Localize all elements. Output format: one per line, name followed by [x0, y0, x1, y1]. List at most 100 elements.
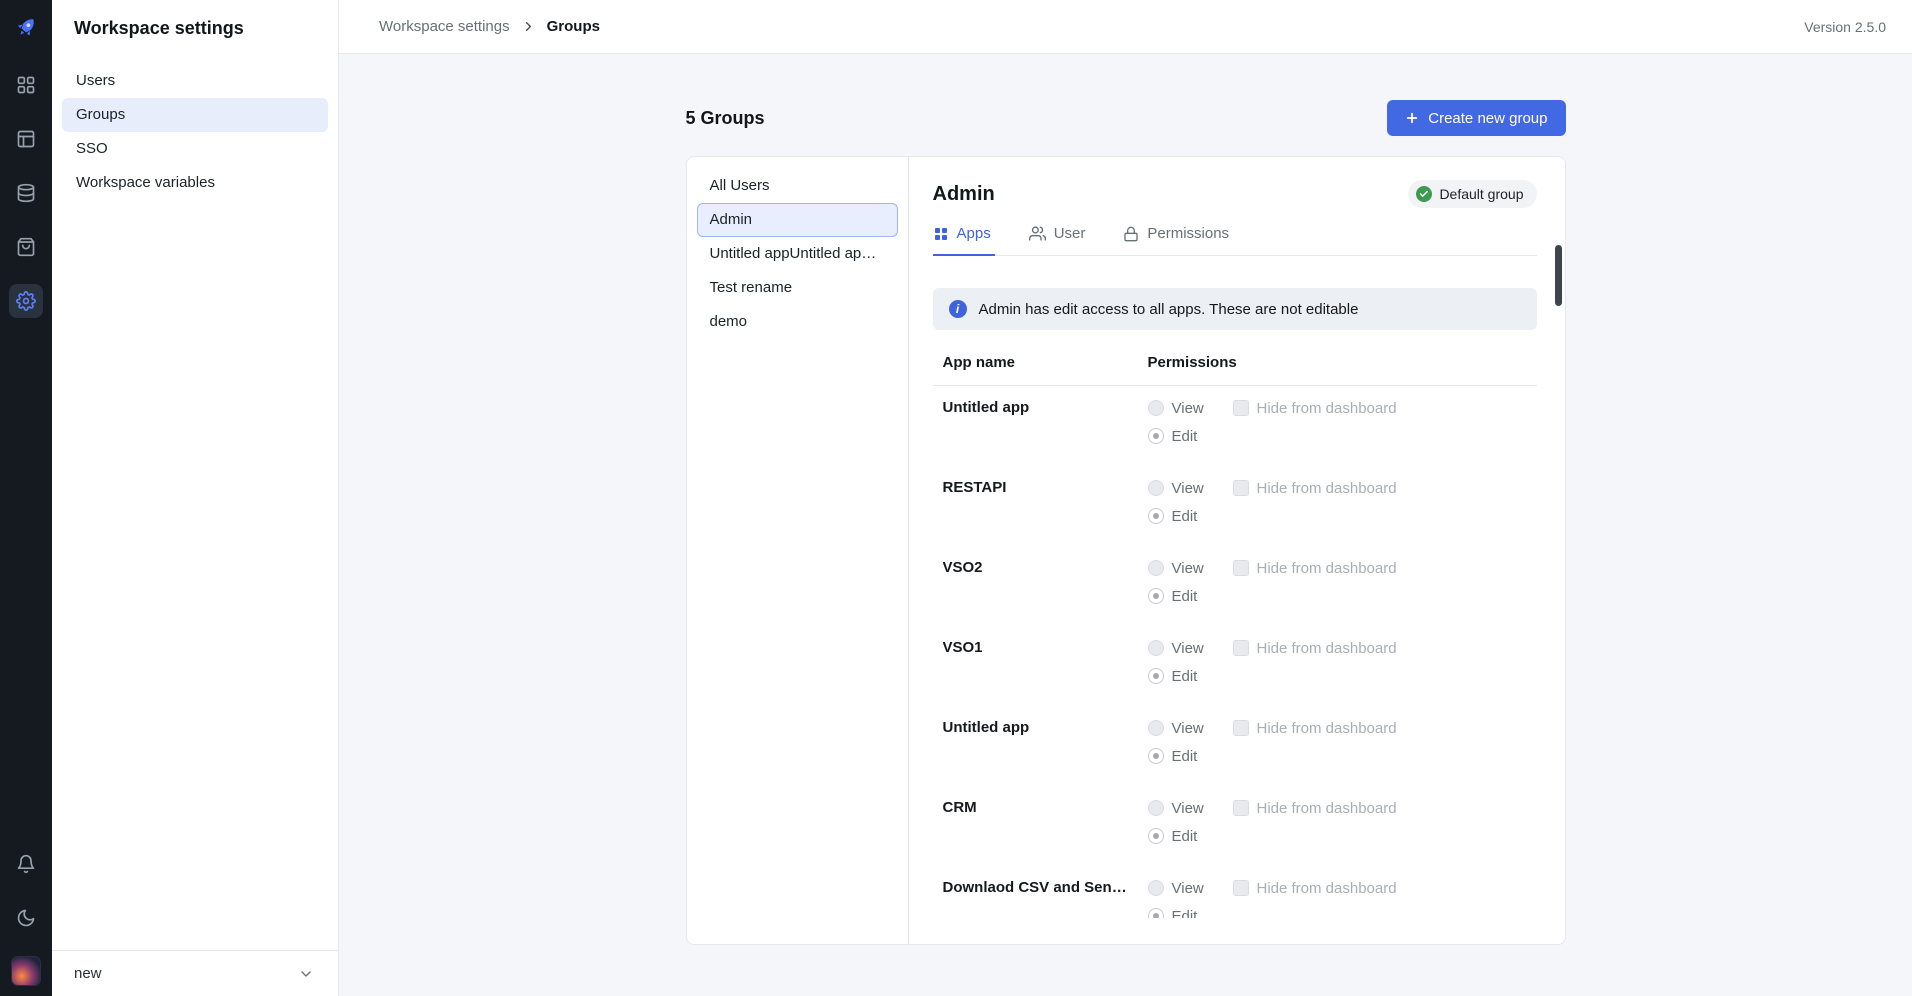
permissions-cell: View Hide from dashboard Edit	[1148, 798, 1397, 846]
group-item-untitled[interactable]: Untitled appUntitled appUntitle…	[697, 237, 898, 271]
edit-radio[interactable]	[1148, 588, 1164, 604]
hide-from-dashboard-checkbox[interactable]	[1233, 880, 1249, 896]
edit-label: Edit	[1172, 668, 1198, 685]
group-item-test-rename[interactable]: Test rename	[697, 271, 898, 305]
tab-apps[interactable]: Apps	[933, 221, 995, 256]
edit-label: Edit	[1172, 588, 1198, 605]
view-label: View	[1172, 400, 1204, 417]
tab-user-label: User	[1054, 225, 1086, 242]
permissions-cell: View Hide from dashboard Edit	[1148, 718, 1397, 766]
database-icon[interactable]	[9, 176, 43, 210]
badge-label: Default group	[1439, 186, 1523, 202]
workspace-name: new	[74, 965, 102, 982]
sidebar-item-workspace-variables[interactable]: Workspace variables	[62, 166, 328, 200]
info-icon: i	[949, 300, 967, 318]
tab-permissions-label: Permissions	[1147, 225, 1229, 242]
breadcrumb-root[interactable]: Workspace settings	[379, 18, 510, 35]
edit-label: Edit	[1172, 908, 1198, 919]
info-banner-text: Admin has edit access to all apps. These…	[979, 301, 1359, 318]
edit-radio[interactable]	[1148, 428, 1164, 444]
edit-label: Edit	[1172, 828, 1198, 845]
edit-radio[interactable]	[1148, 508, 1164, 524]
hide-from-dashboard-label: Hide from dashboard	[1257, 480, 1397, 497]
hide-from-dashboard-checkbox[interactable]	[1233, 800, 1249, 816]
marketplace-icon[interactable]	[9, 230, 43, 264]
view-label: View	[1172, 560, 1204, 577]
hide-from-dashboard-label: Hide from dashboard	[1257, 800, 1397, 817]
breadcrumb-current: Groups	[547, 18, 600, 35]
view-radio[interactable]	[1148, 880, 1164, 896]
group-item-demo[interactable]: demo	[697, 305, 898, 339]
check-circle-icon	[1416, 186, 1432, 202]
hide-from-dashboard-label: Hide from dashboard	[1257, 880, 1397, 897]
create-group-button[interactable]: Create new group	[1387, 100, 1565, 136]
hide-from-dashboard-checkbox[interactable]	[1233, 480, 1249, 496]
tab-user[interactable]: User	[1029, 221, 1090, 256]
group-item-admin[interactable]: Admin	[697, 203, 898, 237]
edit-label: Edit	[1172, 428, 1198, 445]
sidebar-title: Workspace settings	[52, 0, 338, 39]
sidebar-item-sso[interactable]: SSO	[62, 132, 328, 166]
app-name: Downlaod CSV and Send attac…	[943, 878, 1148, 918]
permissions-cell: View Hide from dashboard Edit	[1148, 398, 1397, 446]
edit-radio[interactable]	[1148, 748, 1164, 764]
rail-bottom	[10, 848, 42, 986]
table-row: VSO1 View Hide from dashboard Edit	[933, 626, 1537, 706]
app-name: VSO2	[943, 558, 1148, 606]
column-app-name: App name	[943, 354, 1148, 371]
groups-count: 5 Groups	[686, 108, 765, 129]
edit-radio[interactable]	[1148, 828, 1164, 844]
settings-sidebar: Workspace settings Users Groups SSO Work…	[52, 0, 339, 996]
group-list: All Users Admin Untitled appUntitled app…	[687, 157, 909, 944]
settings-gear-icon[interactable]	[9, 284, 43, 318]
permissions-cell: View Hide from dashboard Edit	[1148, 878, 1397, 918]
tab-permissions[interactable]: Permissions	[1123, 221, 1233, 256]
workspace-switcher[interactable]: new	[52, 950, 338, 996]
permissions-cell: View Hide from dashboard Edit	[1148, 558, 1397, 606]
hide-from-dashboard-checkbox[interactable]	[1233, 720, 1249, 736]
table-row: RESTAPI View Hide from dashboard Edit	[933, 466, 1537, 546]
apps-grid-icon[interactable]	[9, 68, 43, 102]
edit-radio[interactable]	[1148, 668, 1164, 684]
lock-icon	[1123, 226, 1139, 242]
group-detail-panel: Admin Default group	[909, 157, 1565, 944]
edit-label: Edit	[1172, 508, 1198, 525]
view-label: View	[1172, 480, 1204, 497]
view-radio[interactable]	[1148, 640, 1164, 656]
hide-from-dashboard-checkbox[interactable]	[1233, 400, 1249, 416]
hide-from-dashboard-checkbox[interactable]	[1233, 640, 1249, 656]
apps-tab-content: i Admin has edit access to all apps. The…	[933, 256, 1537, 918]
bell-icon[interactable]	[10, 848, 42, 880]
default-group-badge: Default group	[1408, 180, 1536, 208]
hide-from-dashboard-checkbox[interactable]	[1233, 560, 1249, 576]
view-radio[interactable]	[1148, 560, 1164, 576]
main-content: 5 Groups Create new group All Users Admi…	[339, 54, 1912, 996]
chevron-down-icon	[298, 966, 314, 982]
layout-icon[interactable]	[9, 122, 43, 156]
sidebar-item-users[interactable]: Users	[62, 64, 328, 98]
scrollbar-thumb[interactable]	[1555, 245, 1562, 306]
view-label: View	[1172, 800, 1204, 817]
user-avatar[interactable]	[11, 956, 41, 986]
sidebar-item-groups[interactable]: Groups	[62, 98, 328, 132]
group-item-all-users[interactable]: All Users	[697, 169, 898, 203]
view-radio[interactable]	[1148, 800, 1164, 816]
permissions-cell: View Hide from dashboard Edit	[1148, 638, 1397, 686]
groups-card: All Users Admin Untitled appUntitled app…	[686, 156, 1566, 945]
app-name: Untitled app	[943, 398, 1148, 446]
column-permissions: Permissions	[1148, 354, 1237, 371]
rail-nav	[9, 68, 43, 318]
tab-apps-label: Apps	[957, 225, 991, 242]
app-rail	[0, 0, 52, 996]
edit-label: Edit	[1172, 748, 1198, 765]
users-icon	[1029, 225, 1046, 242]
app-name: RESTAPI	[943, 478, 1148, 526]
moon-icon[interactable]	[10, 902, 42, 934]
table-row: Untitled app View Hide from dashboard Ed…	[933, 706, 1537, 786]
view-radio[interactable]	[1148, 400, 1164, 416]
apps-table-body: Untitled app View Hide from dashboard Ed…	[933, 386, 1537, 918]
tooljet-logo[interactable]	[12, 14, 40, 42]
view-radio[interactable]	[1148, 720, 1164, 736]
edit-radio[interactable]	[1148, 908, 1164, 918]
view-radio[interactable]	[1148, 480, 1164, 496]
